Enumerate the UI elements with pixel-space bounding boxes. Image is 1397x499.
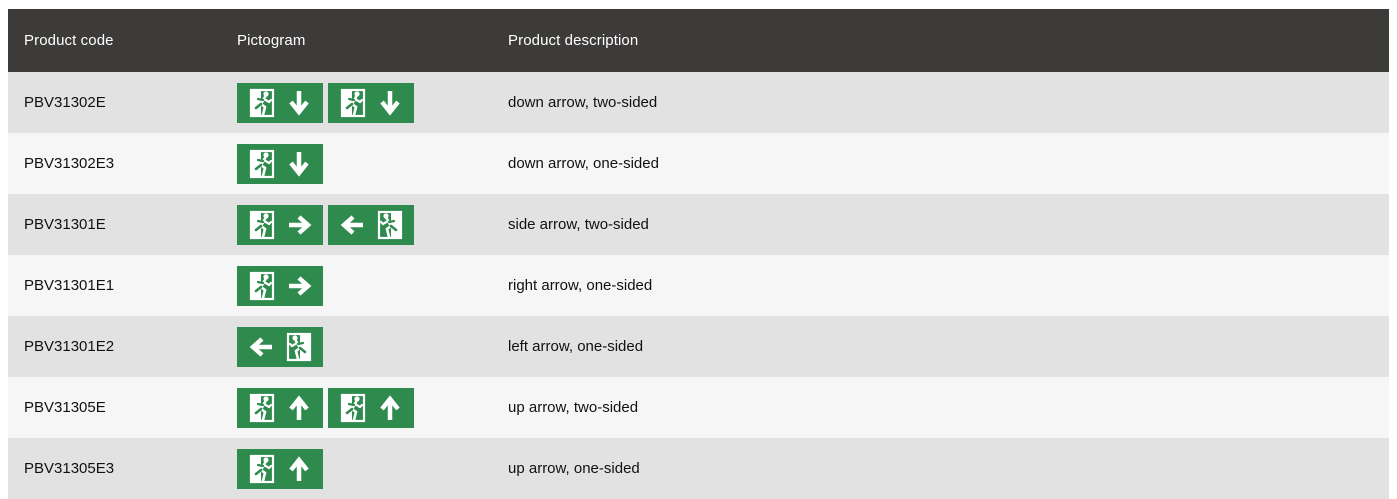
arrow-up-icon [288,394,309,420]
exit-sign-pictogram [237,387,323,428]
product-code-cell: PBV31301E1 [24,277,115,294]
table-row: PBV31301E1 right arrow, one-sided [8,255,1389,316]
arrow-down-icon [288,151,309,177]
product-description-cell: down arrow, two-sided [508,94,658,111]
pictogram-group [237,143,507,184]
running-man-icon [249,271,274,300]
pictogram-cell [234,72,507,133]
product-description-cell: side arrow, two-sided [508,216,649,233]
product-table-container: Product code Pictogram Product descripti… [8,9,1389,499]
table-header: Product code Pictogram Product descripti… [8,9,1389,72]
exit-sign-pictogram [328,387,414,428]
exit-sign-pictogram [237,143,323,184]
running-man-icon [249,210,274,239]
product-code-cell: PBV31302E3 [24,155,115,172]
exit-sign-pictogram [328,204,414,245]
running-man-icon [249,149,274,178]
pictogram-group [237,448,507,489]
header-product-code: Product code [24,32,114,49]
running-man-icon [249,88,274,117]
table-row: PBV31305E3 up arrow, one-sided [8,438,1389,499]
product-description-cell: up arrow, one-sided [508,460,640,477]
pictogram-cell [234,316,507,377]
pictogram-cell [234,133,507,194]
arrow-right-icon [288,275,311,296]
exit-sign-pictogram [237,82,323,123]
exit-sign-pictogram [237,326,323,367]
exit-sign-pictogram [237,204,323,245]
product-code-cell: PBV31302E [24,94,106,111]
product-code-cell: PBV31305E3 [24,460,115,477]
running-man-icon [340,393,365,422]
pictogram-group [237,82,507,123]
pictogram-cell [234,438,507,499]
table-row: PBV31302E down arrow, two-sided [8,72,1389,133]
arrow-left-icon [340,214,363,235]
product-description-cell: down arrow, one-sided [508,155,659,172]
exit-sign-pictogram [328,82,414,123]
exit-sign-pictogram [237,265,323,306]
header-row: Product code Pictogram Product descripti… [8,9,1389,72]
running-man-icon [249,454,274,483]
pictogram-group [237,326,507,367]
table-row: PBV31301E2 left arrow, one-sided [8,316,1389,377]
product-code-cell: PBV31301E [24,216,106,233]
arrow-down-icon [379,90,400,116]
product-code-cell: PBV31301E2 [24,338,115,355]
table-body: PBV31302E down arrow, two-sided PBV31302… [8,72,1389,499]
arrow-down-icon [288,90,309,116]
header-pictogram: Pictogram [237,32,306,49]
arrow-right-icon [288,214,311,235]
pictogram-cell [234,194,507,255]
pictogram-cell [234,377,507,438]
pictogram-cell [234,255,507,316]
product-description-cell: right arrow, one-sided [508,277,653,294]
table-row: PBV31301E side arrow, two-sided [8,194,1389,255]
product-code-cell: PBV31305E [24,399,106,416]
running-man-icon [286,332,311,361]
product-table: Product code Pictogram Product descripti… [8,9,1389,499]
pictogram-group [237,265,507,306]
arrow-left-icon [249,336,272,357]
product-description-cell: up arrow, two-sided [508,399,639,416]
table-row: PBV31305E up arrow, two-sided [8,377,1389,438]
running-man-icon [377,210,402,239]
running-man-icon [249,393,274,422]
arrow-up-icon [288,455,309,481]
header-product-description: Product description [508,32,639,49]
pictogram-group [237,204,507,245]
running-man-icon [340,88,365,117]
product-description-cell: left arrow, one-sided [508,338,644,355]
table-row: PBV31302E3 down arrow, one-sided [8,133,1389,194]
pictogram-group [237,387,507,428]
exit-sign-pictogram [237,448,323,489]
arrow-up-icon [379,394,400,420]
